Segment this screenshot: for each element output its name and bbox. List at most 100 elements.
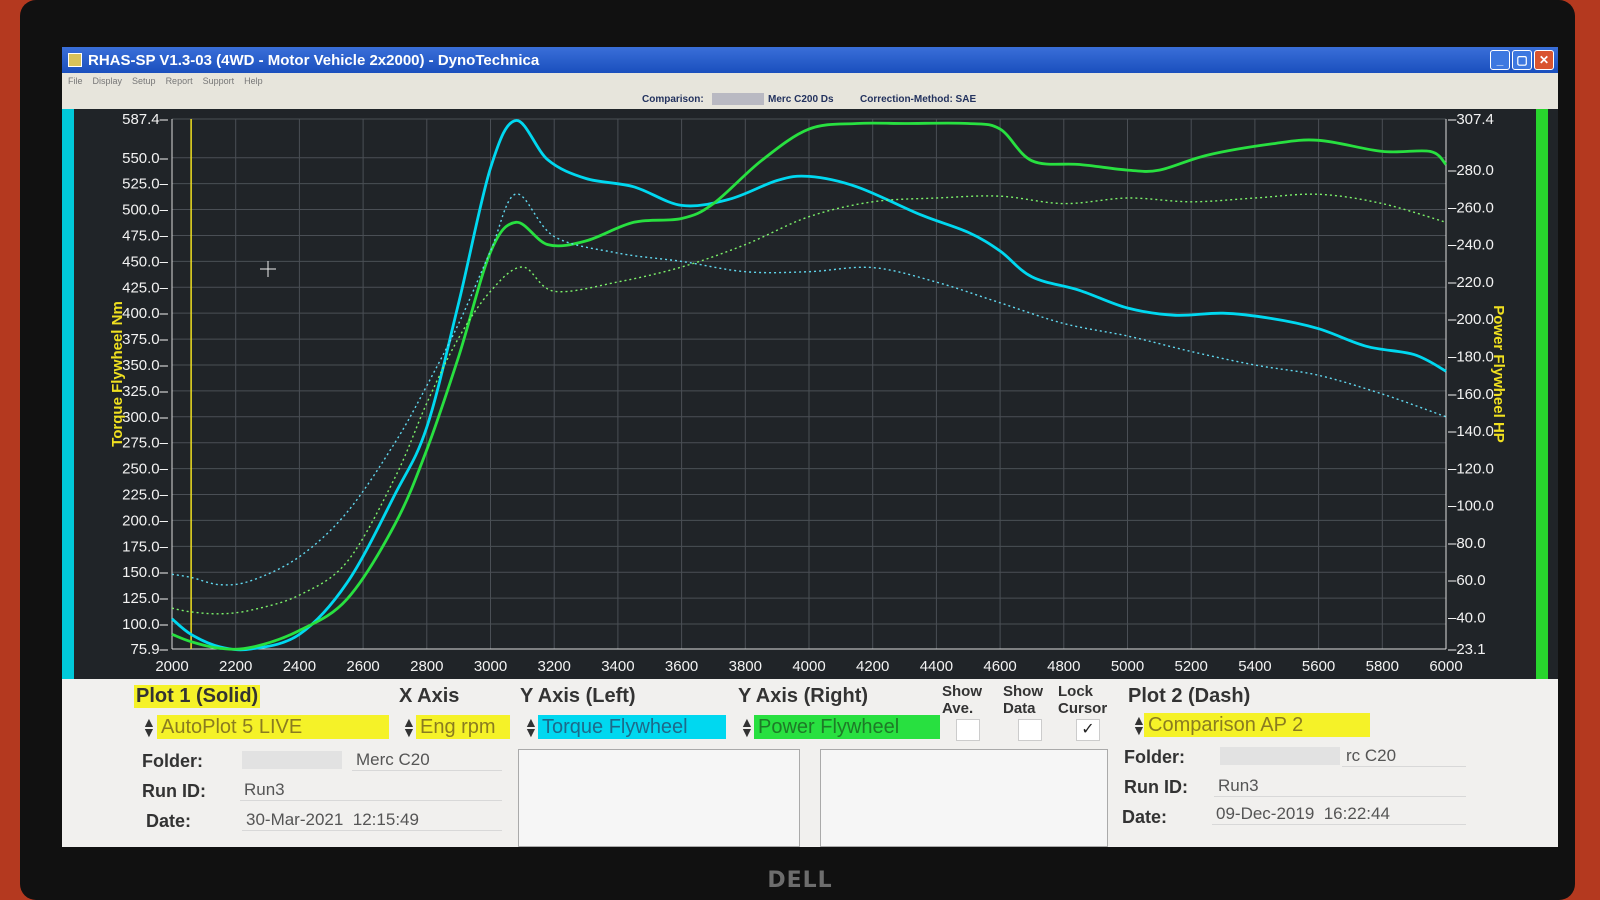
plot1-title: Plot 1 (Solid): [134, 685, 261, 708]
plot2-runid-label: Run ID:: [1124, 777, 1188, 797]
plot2-select[interactable]: Comparison AP 2: [1144, 713, 1370, 737]
y-left-tick-label: 525.0–: [122, 176, 169, 193]
y-left-tick-label: 350.0–: [122, 357, 169, 374]
menu-support[interactable]: Support: [203, 76, 235, 86]
plot1-date-label: Date:: [146, 811, 192, 831]
y-right-tick-label: –280.0: [1448, 162, 1494, 179]
y-left-tick-label: 200.0–: [122, 512, 169, 529]
x-tick-label: 5400: [1238, 658, 1271, 675]
y-left-tick-label: 375.0–: [122, 331, 169, 348]
y-left-tick-label: 275.0–: [122, 435, 169, 452]
x-tick-label: 4200: [856, 658, 889, 675]
maximize-button[interactable]: ▢: [1512, 50, 1532, 70]
y-right-tick-label: –100.0: [1448, 498, 1494, 515]
x-tick-label: 3800: [729, 658, 762, 675]
x-tick-label: 4800: [1047, 658, 1080, 675]
menu-bar: File Display Setup Report Support Help: [62, 73, 1558, 89]
window-title: RHAS-SP V1.3-03 (4WD - Motor Vehicle 2x2…: [88, 51, 540, 69]
yaxis-left-select[interactable]: Torque Flywheel: [538, 715, 726, 739]
x-tick-label: 2400: [283, 658, 316, 675]
y-left-tick-label: 75.9–: [130, 641, 168, 658]
close-button[interactable]: ✕: [1534, 50, 1554, 70]
monitor-logo: DELL: [767, 868, 833, 893]
app-window: RHAS-SP V1.3-03 (4WD - Motor Vehicle 2x2…: [62, 47, 1558, 847]
x-tick-label: 3200: [538, 658, 571, 675]
correction-method: Correction-Method: SAE: [860, 94, 977, 105]
x-tick-label: 4600: [983, 658, 1016, 675]
lock-cursor-checkbox[interactable]: ✓: [1076, 719, 1100, 741]
show-ave-checkbox[interactable]: [956, 719, 980, 741]
blurred-text: [712, 93, 764, 105]
minimize-button[interactable]: _: [1490, 50, 1510, 70]
y-left-tick-label: 450.0–: [122, 253, 169, 270]
xaxis-select[interactable]: Eng rpm: [416, 715, 510, 739]
y-left-tick-label: 125.0–: [122, 590, 169, 607]
show-ave-label: Show Ave.: [942, 683, 982, 717]
y-axis-right-label: Power Flywheel HP: [1490, 305, 1507, 443]
y-left-tick-label: 175.0–: [122, 538, 169, 555]
x-tick-label: 2000: [155, 658, 188, 675]
y-right-tick-label: –180.0: [1448, 349, 1494, 366]
y-axis-left-label: Torque Flywheel Nm: [109, 301, 126, 447]
x-tick-label: 3400: [601, 658, 634, 675]
y-left-tick-label: 500.0–: [122, 202, 169, 219]
y-left-tick-label: 225.0–: [122, 487, 169, 504]
show-data-label: Show Data: [1003, 683, 1043, 717]
plot1-spinner-icon[interactable]: ▲ ▼: [142, 715, 156, 739]
y-right-tick-label: –220.0: [1448, 274, 1494, 291]
comparison-label: Comparison:: [642, 94, 704, 105]
info-bar: Comparison: Merc C200 Ds Correction-Meth…: [62, 89, 1558, 109]
menu-display[interactable]: Display: [93, 76, 123, 86]
y-right-tick-label: –120.0: [1448, 460, 1494, 477]
x-tick-label: 3600: [665, 658, 698, 675]
show-data-checkbox[interactable]: [1018, 719, 1042, 741]
x-tick-label: 3000: [474, 658, 507, 675]
plot1-notes-box: [518, 749, 800, 847]
plot2-folder-value: rc C20: [1342, 745, 1466, 767]
plot2-runid-value: Run3: [1214, 775, 1466, 797]
x-tick-label: 6000: [1429, 658, 1462, 675]
y-right-tick-label: –160.0: [1448, 386, 1494, 403]
plot1-folder-blur: [242, 751, 342, 769]
plot2-notes-box: [820, 749, 1108, 847]
menu-report[interactable]: Report: [166, 76, 193, 86]
yaxis-right-select[interactable]: Power Flywheel: [754, 715, 940, 739]
app-icon: [68, 53, 82, 67]
y-right-tick-label: –40.0: [1448, 609, 1486, 626]
y-left-tick-label: 100.0–: [122, 616, 169, 633]
y-left-tick-label: 325.0–: [122, 383, 169, 400]
dyno-chart: 2000 2200 2400 2600 2800 3000 3200 3400 3600 3800…: [62, 109, 1558, 679]
xaxis-title: X Axis: [399, 685, 460, 707]
x-tick-label: 2600: [346, 658, 379, 675]
yaxis-right-spinner-icon[interactable]: ▲ ▼: [740, 715, 754, 739]
plot1-select[interactable]: AutoPlot 5 LIVE: [157, 715, 389, 739]
title-bar: RHAS-SP V1.3-03 (4WD - Motor Vehicle 2x2…: [62, 47, 1558, 73]
x-tick-label: 5800: [1366, 658, 1399, 675]
yaxis-left-spinner-icon[interactable]: ▲ ▼: [524, 715, 538, 739]
menu-help[interactable]: Help: [244, 76, 263, 86]
chart-svg: 2000 2200 2400 2600 2800 3000 3200 3400 3600 3800…: [109, 111, 1507, 675]
plot2-date-value: 09-Dec-2019 16:22:44: [1212, 803, 1466, 825]
menu-setup[interactable]: Setup: [132, 76, 156, 86]
y-right-tick-label: –140.0: [1448, 423, 1494, 440]
plot1-date-value: 30-Mar-2021 12:15:49: [242, 809, 502, 831]
plot2-title: Plot 2 (Dash): [1128, 685, 1251, 707]
y-left-tick-label: 425.0–: [122, 279, 169, 296]
xaxis-spinner-icon[interactable]: ▲ ▼: [402, 715, 416, 739]
y-left-tick-label: 475.0–: [122, 227, 169, 244]
y-left-tick-label: 550.0–: [122, 150, 169, 167]
plot2-date-label: Date:: [1122, 807, 1168, 827]
y-right-tick-label: –307.4: [1448, 111, 1494, 128]
plot1-folder-label: Folder:: [142, 751, 203, 771]
plot1-runid-label: Run ID:: [142, 781, 206, 801]
y-right-tick-label: –80.0: [1448, 535, 1486, 552]
y-right-tick-label: –260.0: [1448, 199, 1494, 216]
x-tick-label: 5600: [1302, 658, 1335, 675]
plot1-runid-value: Run3: [240, 779, 502, 801]
menu-file[interactable]: File: [68, 76, 83, 86]
x-tick-label: 5000: [1111, 658, 1144, 675]
x-tick-label: 4000: [792, 658, 825, 675]
plot2-folder-blur: [1220, 747, 1340, 765]
x-tick-label: 5200: [1175, 658, 1208, 675]
x-tick-label: 2800: [410, 658, 443, 675]
